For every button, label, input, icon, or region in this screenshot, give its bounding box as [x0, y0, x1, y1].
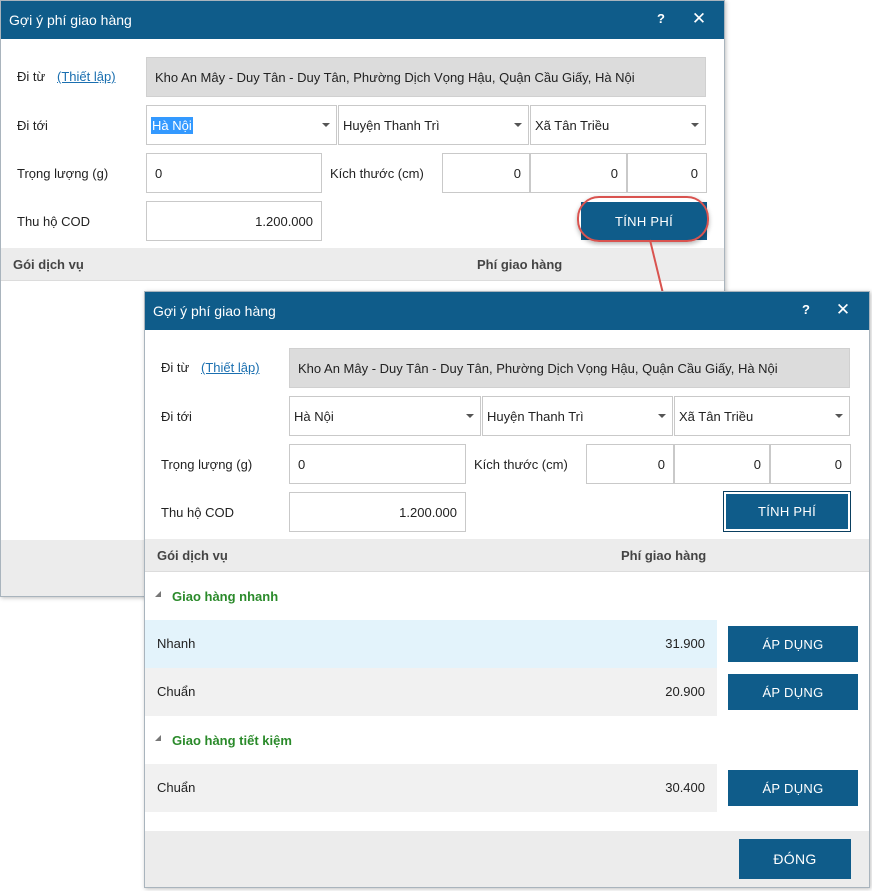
front-ward-value: Xã Tân Triều — [679, 408, 754, 424]
front-cod-value: 1.200.000 — [399, 504, 457, 520]
front-length-value: 0 — [657, 456, 665, 472]
back-cod-value: 1.200.000 — [255, 213, 313, 229]
chevron-down-icon — [514, 123, 522, 127]
back-cod-input[interactable]: 1.200.000 — [146, 201, 322, 241]
back-dialog-title: Gợi ý phí giao hàng — [9, 12, 132, 28]
back-from-label: Đi từ — [17, 69, 46, 84]
front-size-label: Kích thước (cm) — [474, 457, 568, 472]
back-col-fee: Phí giao hàng — [477, 257, 563, 272]
chevron-down-icon — [658, 414, 666, 418]
front-width-input[interactable]: 0 — [674, 444, 770, 484]
back-ward-select[interactable]: Xã Tân Triều — [530, 105, 706, 145]
collapse-triangle-icon[interactable] — [155, 735, 161, 741]
chevron-down-icon — [835, 414, 843, 418]
front-district-value: Huyện Thanh Trì — [487, 408, 584, 424]
apply-button[interactable]: ÁP DỤNG — [728, 626, 858, 662]
front-from-address: Kho An Mây - Duy Tân - Duy Tân, Phường D… — [289, 348, 850, 388]
back-length-value: 0 — [513, 165, 521, 181]
front-close-icon[interactable]: ✕ — [833, 300, 853, 320]
apply-button[interactable]: ÁP DỤNG — [728, 674, 858, 710]
service-fee: 20.900 — [665, 684, 705, 699]
apply-button-label: ÁP DỤNG — [762, 780, 824, 796]
front-length-input[interactable]: 0 — [586, 444, 674, 484]
table-row[interactable]: Nhanh 31.900 — [145, 620, 717, 668]
chevron-down-icon — [466, 414, 474, 418]
front-height-value: 0 — [834, 456, 842, 472]
back-size-label: Kích thước (cm) — [330, 166, 424, 181]
service-name: Chuẩn — [157, 684, 196, 699]
back-to-label: Đi tới — [17, 118, 48, 133]
back-weight-input[interactable]: 0 — [146, 153, 322, 193]
back-province-value: Hà Nội — [151, 116, 193, 134]
back-height-input[interactable]: 0 — [627, 153, 707, 193]
service-name: Nhanh — [157, 636, 196, 651]
back-titlebar: Gợi ý phí giao hàng ? ✕ — [1, 1, 724, 39]
front-from-address-text: Kho An Mây - Duy Tân - Duy Tân, Phường D… — [298, 360, 778, 376]
chevron-down-icon — [691, 123, 699, 127]
table-row[interactable]: Chuẩn 30.400 — [145, 764, 717, 812]
chevron-down-icon — [322, 123, 330, 127]
back-from-address: Kho An Mây - Duy Tân - Duy Tân, Phường D… — [146, 57, 706, 97]
table-row[interactable]: Chuẩn 20.900 — [145, 668, 717, 716]
apply-button-label: ÁP DỤNG — [762, 684, 824, 700]
close-button[interactable]: ĐÓNG — [739, 839, 851, 879]
front-cod-input[interactable]: 1.200.000 — [289, 492, 466, 532]
highlight-callout — [577, 196, 709, 242]
back-weight-value: 0 — [155, 165, 163, 181]
front-help-icon[interactable]: ? — [797, 301, 815, 319]
apply-button[interactable]: ÁP DỤNG — [728, 770, 858, 806]
back-help-icon[interactable]: ? — [652, 10, 670, 28]
apply-button-label: ÁP DỤNG — [762, 636, 824, 652]
front-district-select[interactable]: Huyện Thanh Trì — [482, 396, 673, 436]
front-dialog: Gợi ý phí giao hàng ? ✕ Đi từ (Thiết lập… — [144, 291, 870, 888]
front-calc-button[interactable]: TÍNH PHÍ — [723, 491, 851, 532]
front-cod-label: Thu hộ COD — [161, 505, 234, 520]
front-col-service: Gói dịch vụ — [157, 548, 228, 563]
front-height-input[interactable]: 0 — [770, 444, 851, 484]
back-height-value: 0 — [690, 165, 698, 181]
back-weight-label: Trọng lượng (g) — [17, 166, 109, 181]
back-close-icon[interactable]: ✕ — [689, 9, 709, 29]
front-table-header: Gói dịch vụ Phí giao hàng — [145, 539, 869, 572]
back-ward-value: Xã Tân Triều — [535, 117, 610, 133]
back-from-address-text: Kho An Mây - Duy Tân - Duy Tân, Phường D… — [155, 69, 635, 85]
back-table-header: Gói dịch vụ Phí giao hàng — [1, 248, 724, 281]
front-setup-link[interactable]: (Thiết lập) — [201, 360, 260, 375]
back-col-service: Gói dịch vụ — [13, 257, 84, 272]
front-province-value: Hà Nội — [294, 408, 334, 424]
front-to-label: Đi tới — [161, 409, 192, 424]
front-calc-button-label: TÍNH PHÍ — [757, 504, 816, 519]
front-ward-select[interactable]: Xã Tân Triều — [674, 396, 850, 436]
service-name: Chuẩn — [157, 780, 196, 795]
back-length-input[interactable]: 0 — [442, 153, 530, 193]
close-button-label: ĐÓNG — [773, 851, 817, 867]
group-economy-label: Giao hàng tiết kiệm — [172, 733, 292, 748]
front-province-select[interactable]: Hà Nội — [289, 396, 481, 436]
front-weight-label: Trọng lượng (g) — [161, 457, 253, 472]
group-fast-label: Giao hàng nhanh — [172, 589, 279, 604]
back-district-value: Huyện Thanh Trì — [343, 117, 440, 133]
service-fee: 31.900 — [665, 636, 705, 651]
front-titlebar: Gợi ý phí giao hàng ? ✕ — [145, 292, 869, 330]
back-setup-link[interactable]: (Thiết lập) — [57, 69, 116, 84]
front-width-value: 0 — [753, 456, 761, 472]
front-dialog-title: Gợi ý phí giao hàng — [153, 303, 276, 319]
back-width-value: 0 — [610, 165, 618, 181]
back-width-input[interactable]: 0 — [530, 153, 627, 193]
service-fee: 30.400 — [665, 780, 705, 795]
front-weight-value: 0 — [298, 456, 306, 472]
back-district-select[interactable]: Huyện Thanh Trì — [338, 105, 529, 145]
front-from-label: Đi từ — [161, 360, 190, 375]
back-province-select[interactable]: Hà Nội — [146, 105, 337, 145]
front-weight-input[interactable]: 0 — [289, 444, 466, 484]
back-cod-label: Thu hộ COD — [17, 214, 90, 229]
front-col-fee: Phí giao hàng — [621, 548, 707, 563]
collapse-triangle-icon[interactable] — [155, 591, 161, 597]
